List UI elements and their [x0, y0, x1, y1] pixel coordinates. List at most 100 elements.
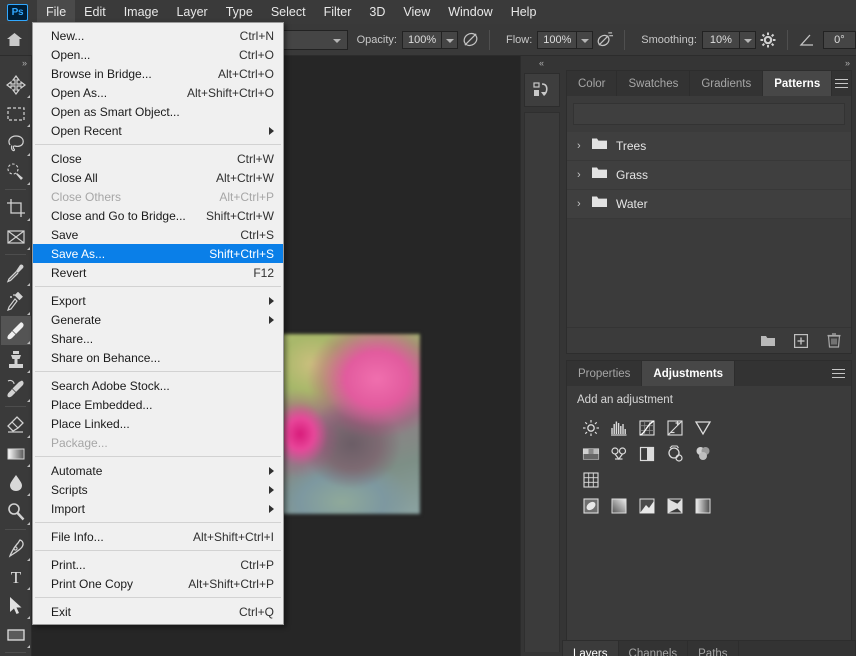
pen-tool[interactable]: [1, 533, 31, 562]
panel-menu-button[interactable]: [825, 361, 851, 386]
vibrance-icon[interactable]: [689, 415, 717, 441]
tab-gradients[interactable]: Gradients: [690, 71, 764, 96]
levels-icon[interactable]: [605, 415, 633, 441]
brush-mode-select[interactable]: [279, 29, 348, 50]
tab-properties[interactable]: Properties: [567, 361, 643, 386]
menu-item-revert[interactable]: Revert F12: [33, 263, 283, 282]
chevron-right-icon[interactable]: ›: [577, 198, 591, 210]
menu-item-place-linked[interactable]: Place Linked...: [33, 414, 283, 433]
blur-tool[interactable]: [1, 468, 31, 497]
rectangle-tool[interactable]: [1, 620, 31, 649]
menu-filter[interactable]: Filter: [315, 0, 361, 24]
threshold-icon[interactable]: [633, 493, 661, 519]
pressure-opacity-toggle[interactable]: [458, 27, 482, 53]
menu-item-open-recent[interactable]: Open Recent: [33, 121, 283, 140]
menu-item-close-and-go-to-bridge[interactable]: Close and Go to Bridge... Shift+Ctrl+W: [33, 206, 283, 225]
dodge-tool[interactable]: [1, 497, 31, 526]
menu-help[interactable]: Help: [502, 0, 546, 24]
history-panel-button[interactable]: [523, 73, 560, 107]
menu-layer[interactable]: Layer: [167, 0, 216, 24]
eraser-tool[interactable]: [1, 410, 31, 439]
file-menu-dropdown[interactable]: New... Ctrl+N Open... Ctrl+O Browse in Bridg…: [32, 22, 284, 625]
history-brush-tool[interactable]: [1, 374, 31, 403]
pattern-folder-row[interactable]: › Water: [567, 190, 851, 219]
menu-type[interactable]: Type: [217, 0, 262, 24]
channel-mixer-icon[interactable]: [689, 441, 717, 467]
frame-tool[interactable]: [1, 222, 31, 251]
airbrush-toggle[interactable]: [593, 27, 617, 53]
path-selection-tool[interactable]: [1, 591, 31, 620]
brush-tool[interactable]: [1, 316, 31, 345]
opacity-stepper[interactable]: [442, 30, 459, 49]
strip-expand-button[interactable]: «: [521, 56, 562, 70]
toolbar-collapse-button[interactable]: »: [0, 56, 31, 70]
tab-paths[interactable]: Paths: [688, 641, 739, 656]
menu-item-print-one-copy[interactable]: Print One Copy Alt+Shift+Ctrl+P: [33, 574, 283, 593]
menu-item-share-on-behance[interactable]: Share on Behance...: [33, 348, 283, 367]
menu-item-close[interactable]: Close Ctrl+W: [33, 149, 283, 168]
menu-file[interactable]: File: [37, 0, 76, 24]
menu-item-open-as-smart-object[interactable]: Open as Smart Object...: [33, 102, 283, 121]
menu-item-file-info[interactable]: File Info... Alt+Shift+Ctrl+I: [33, 527, 283, 546]
menu-select[interactable]: Select: [262, 0, 315, 24]
curves-icon[interactable]: [633, 415, 661, 441]
menu-item-export[interactable]: Export: [33, 291, 283, 310]
menu-item-import[interactable]: Import: [33, 499, 283, 518]
flow-stepper[interactable]: [577, 30, 594, 49]
dock-collapse-button[interactable]: »: [562, 56, 856, 70]
tab-patterns[interactable]: Patterns: [763, 71, 833, 96]
menu-item-place-embedded[interactable]: Place Embedded...: [33, 395, 283, 414]
color-balance-icon[interactable]: [605, 441, 633, 467]
menu-edit[interactable]: Edit: [75, 0, 115, 24]
selective-color-icon[interactable]: [689, 493, 717, 519]
menu-item-scripts[interactable]: Scripts: [33, 480, 283, 499]
delete-pattern-icon[interactable]: [825, 332, 843, 350]
opacity-input[interactable]: 100%: [401, 30, 443, 49]
menu-item-save-as[interactable]: Save As... Shift+Ctrl+S: [33, 244, 283, 263]
pattern-folder-row[interactable]: › Trees: [567, 132, 851, 161]
pattern-folder-row[interactable]: › Grass: [567, 161, 851, 190]
tab-layers[interactable]: Layers: [563, 641, 619, 656]
clone-stamp-tool[interactable]: [1, 345, 31, 374]
crop-tool[interactable]: [1, 193, 31, 222]
quick-selection-tool[interactable]: [1, 157, 31, 186]
menu-item-save[interactable]: Save Ctrl+S: [33, 225, 283, 244]
chevron-right-icon[interactable]: ›: [577, 169, 591, 181]
hue-saturation-icon[interactable]: [577, 441, 605, 467]
photo-filter-icon[interactable]: [661, 441, 689, 467]
move-tool[interactable]: [1, 70, 31, 99]
new-pattern-icon[interactable]: [792, 332, 810, 350]
black-and-white-icon[interactable]: [633, 441, 661, 467]
flow-input[interactable]: 100%: [537, 30, 578, 49]
tab-adjustments[interactable]: Adjustments: [642, 361, 736, 386]
chevron-right-icon[interactable]: ›: [577, 140, 591, 152]
home-button[interactable]: [0, 24, 29, 56]
menu-item-share[interactable]: Share...: [33, 329, 283, 348]
gradient-map-icon[interactable]: [661, 493, 689, 519]
rectangular-marquee-tool[interactable]: [1, 99, 31, 128]
tab-swatches[interactable]: Swatches: [617, 71, 691, 96]
menu-item-open[interactable]: Open... Ctrl+O: [33, 45, 283, 64]
menu-window[interactable]: Window: [439, 0, 501, 24]
menu-item-close-all[interactable]: Close All Alt+Ctrl+W: [33, 168, 283, 187]
invert-icon[interactable]: [577, 493, 605, 519]
gradient-tool[interactable]: [1, 439, 31, 468]
new-folder-icon[interactable]: [759, 332, 777, 350]
lasso-tool[interactable]: [1, 128, 31, 157]
menu-item-automate[interactable]: Automate: [33, 461, 283, 480]
brush-angle-button[interactable]: [795, 27, 819, 53]
menu-item-new[interactable]: New... Ctrl+N: [33, 26, 283, 45]
smoothing-options-button[interactable]: [756, 27, 780, 53]
menu-image[interactable]: Image: [115, 0, 168, 24]
smoothing-stepper[interactable]: [739, 30, 756, 49]
menu-3d[interactable]: 3D: [360, 0, 394, 24]
tab-color[interactable]: Color: [567, 71, 618, 96]
posterize-icon[interactable]: [605, 493, 633, 519]
brightness-contrast-icon[interactable]: [577, 415, 605, 441]
exposure-icon[interactable]: [661, 415, 689, 441]
color-lookup-icon[interactable]: [577, 467, 605, 493]
menu-item-search-adobe-stock[interactable]: Search Adobe Stock...: [33, 376, 283, 395]
tab-channels[interactable]: Channels: [619, 641, 689, 656]
spot-healing-brush-tool[interactable]: [1, 287, 31, 316]
menu-item-generate[interactable]: Generate: [33, 310, 283, 329]
